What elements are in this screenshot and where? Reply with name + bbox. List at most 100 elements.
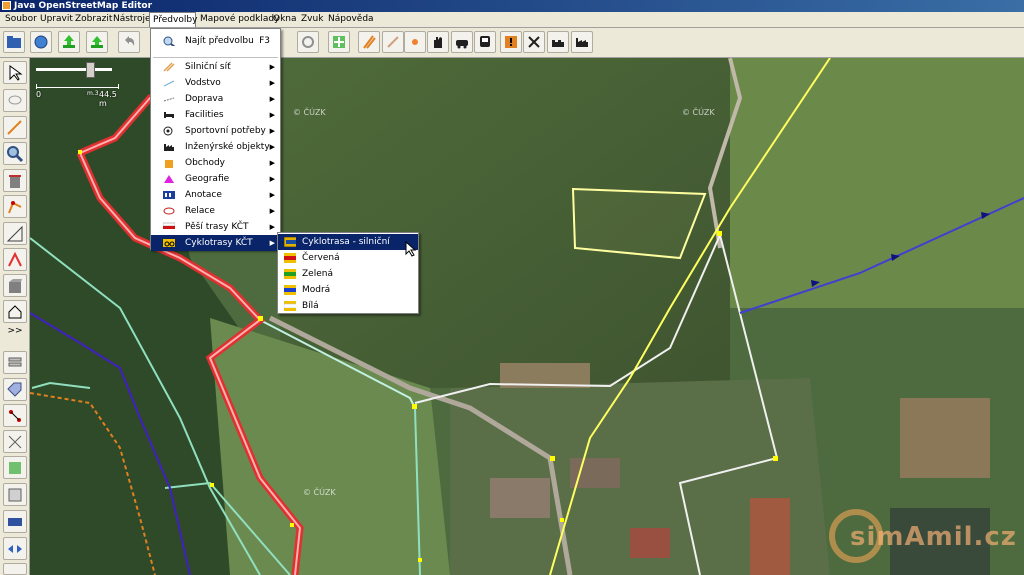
draw-mode-button[interactable] (3, 116, 27, 139)
menu-napoveda[interactable]: Nápověda (325, 12, 377, 27)
watermark-text: simAmil.cz (850, 522, 1017, 552)
preset-industrial-button[interactable] (571, 31, 593, 53)
split-way-button[interactable] (3, 248, 27, 271)
node-icon (412, 39, 418, 45)
preset-barrier-button[interactable] (427, 31, 449, 53)
hiking-route-icon (163, 222, 175, 231)
lasso-icon (8, 95, 22, 105)
redo-button[interactable] (297, 31, 319, 53)
menu-zvuk[interactable]: Zvuk (298, 12, 326, 27)
zoom-scale-control[interactable]: 0 m.3 44.5 m (36, 60, 126, 108)
zoom-to-fit-button[interactable] (328, 31, 350, 53)
addresses-tool-button[interactable] (3, 300, 27, 323)
menu-item-find-preset[interactable]: Najít předvolbu F3 (151, 33, 280, 49)
preset-tools-button[interactable] (523, 31, 545, 53)
menu-item-road-network[interactable]: Silniční síť ▶ (151, 59, 280, 75)
menu-item-white-route[interactable]: Bílá (278, 298, 418, 314)
menu-item-annotation[interactable]: Anotace ▶ (151, 187, 280, 203)
parallel-way-button[interactable] (3, 222, 27, 245)
menu-okna[interactable]: Okna (270, 12, 300, 27)
globe-download-icon (34, 35, 48, 49)
blue-route-icon (284, 285, 296, 295)
menu-item-hiking-routes[interactable]: Pěší trasy KČT ▶ (151, 219, 280, 235)
upload-button[interactable] (86, 31, 108, 53)
preset-node-button[interactable] (404, 31, 426, 53)
hazard-icon (505, 36, 517, 48)
map-paint-button[interactable] (3, 483, 27, 506)
menu-predvolby[interactable]: Předvolby (149, 12, 197, 27)
download-button[interactable] (58, 31, 80, 53)
annotation-icon (163, 191, 175, 199)
building-icon (552, 40, 564, 47)
menu-item-relation[interactable]: Relace ▶ (151, 203, 280, 219)
select-mode-button[interactable] (3, 61, 27, 84)
scale-tick (118, 84, 119, 89)
imagery-credit: © ČÚZK (293, 108, 326, 117)
preset-car-button[interactable] (451, 31, 473, 53)
red-route-icon (284, 253, 296, 263)
meadow-area (730, 58, 1024, 308)
window-title: Java OpenStreetMap Editor (14, 1, 153, 11)
crossed-tools-icon (528, 36, 540, 48)
scale-small-label: m.3 (87, 90, 99, 97)
open-location-button[interactable] (30, 31, 52, 53)
submenu-arrow-icon: ▶ (269, 63, 275, 71)
menu-item-engineering[interactable]: Inženýrské objekty ▶ (151, 139, 280, 155)
changesets-button[interactable] (3, 510, 27, 533)
submenu-arrow-icon: ▶ (269, 127, 275, 135)
trash-icon (9, 175, 21, 188)
presets-dropdown: Najít předvolbu F3 Silniční síť ▶ Vodstvo… (150, 28, 281, 251)
menu-soubor[interactable]: Soubor (2, 12, 40, 27)
building-3d-icon (9, 279, 22, 293)
improve-way-button[interactable] (3, 195, 27, 218)
delete-mode-button[interactable] (3, 169, 27, 192)
extra-tool-button[interactable] (3, 563, 27, 575)
menu-nastroje[interactable]: Nástroje (110, 12, 154, 27)
submenu-arrow-icon: ▶ (269, 79, 275, 87)
menu-item-geography[interactable]: Geografie ▶ (151, 171, 280, 187)
menu-item-transport[interactable]: Doprava ▶ (151, 91, 280, 107)
menu-item-cycle-routes[interactable]: Cyklotrasy KČT ▶ (151, 235, 280, 251)
lasso-mode-button[interactable] (3, 89, 27, 112)
layers-dialog-button[interactable] (3, 351, 27, 374)
preset-path-button[interactable] (382, 31, 404, 53)
triangle-ruler-icon (6, 225, 23, 242)
menu-bar: Soubor Upravit Zobrazit Nástroje Předvol… (0, 12, 1024, 28)
menu-zobrazit[interactable]: Zobrazit (72, 12, 115, 27)
more-tools-toggle[interactable]: >> (3, 324, 27, 338)
magnifier-icon (7, 146, 24, 163)
village-building (630, 528, 670, 558)
menu-upravit[interactable]: Upravit (37, 12, 76, 27)
preset-building-button[interactable] (547, 31, 569, 53)
menu-item-green-route[interactable]: Zelená (278, 266, 418, 282)
bare-field (900, 398, 990, 478)
buildings-tool-button[interactable] (3, 274, 27, 297)
undo-button[interactable] (118, 31, 140, 53)
zoom-slider-track[interactable] (36, 68, 112, 71)
history-button[interactable] (3, 537, 27, 560)
open-file-button[interactable] (3, 31, 25, 53)
menu-item-sport[interactable]: Sportovní potřeby ▶ (151, 123, 280, 139)
menu-item-cycle-road-marking[interactable]: Cyklotrasa - silniční značení (278, 234, 418, 263)
white-route-icon (284, 301, 296, 311)
relations-dialog-button[interactable] (3, 404, 27, 427)
relation-icon (163, 207, 175, 215)
title-bar: Java OpenStreetMap Editor (0, 0, 1024, 12)
menu-item-water[interactable]: Vodstvo ▶ (151, 75, 280, 91)
conflict-dialog-button[interactable] (3, 430, 27, 453)
tags-dialog-button[interactable] (3, 378, 27, 401)
menu-item-shops[interactable]: Obchody ▶ (151, 155, 280, 171)
menu-item-blue-route[interactable]: Modrá (278, 282, 418, 298)
submenu-arrow-icon: ▶ (269, 159, 275, 167)
menu-item-facilities[interactable]: Facilities ▶ (151, 107, 280, 123)
zoom-slider-thumb[interactable] (86, 62, 95, 78)
submenu-arrow-icon: ▶ (269, 239, 275, 247)
menu-item-red-route[interactable]: Červená (278, 250, 418, 266)
validator-dialog-button[interactable] (3, 456, 27, 479)
menu-separator (153, 57, 278, 58)
preset-road-button[interactable] (358, 31, 380, 53)
factory-icon (576, 38, 588, 47)
preset-hazard-button[interactable] (500, 31, 522, 53)
preset-bus-button[interactable] (474, 31, 496, 53)
zoom-mode-button[interactable] (3, 142, 27, 165)
